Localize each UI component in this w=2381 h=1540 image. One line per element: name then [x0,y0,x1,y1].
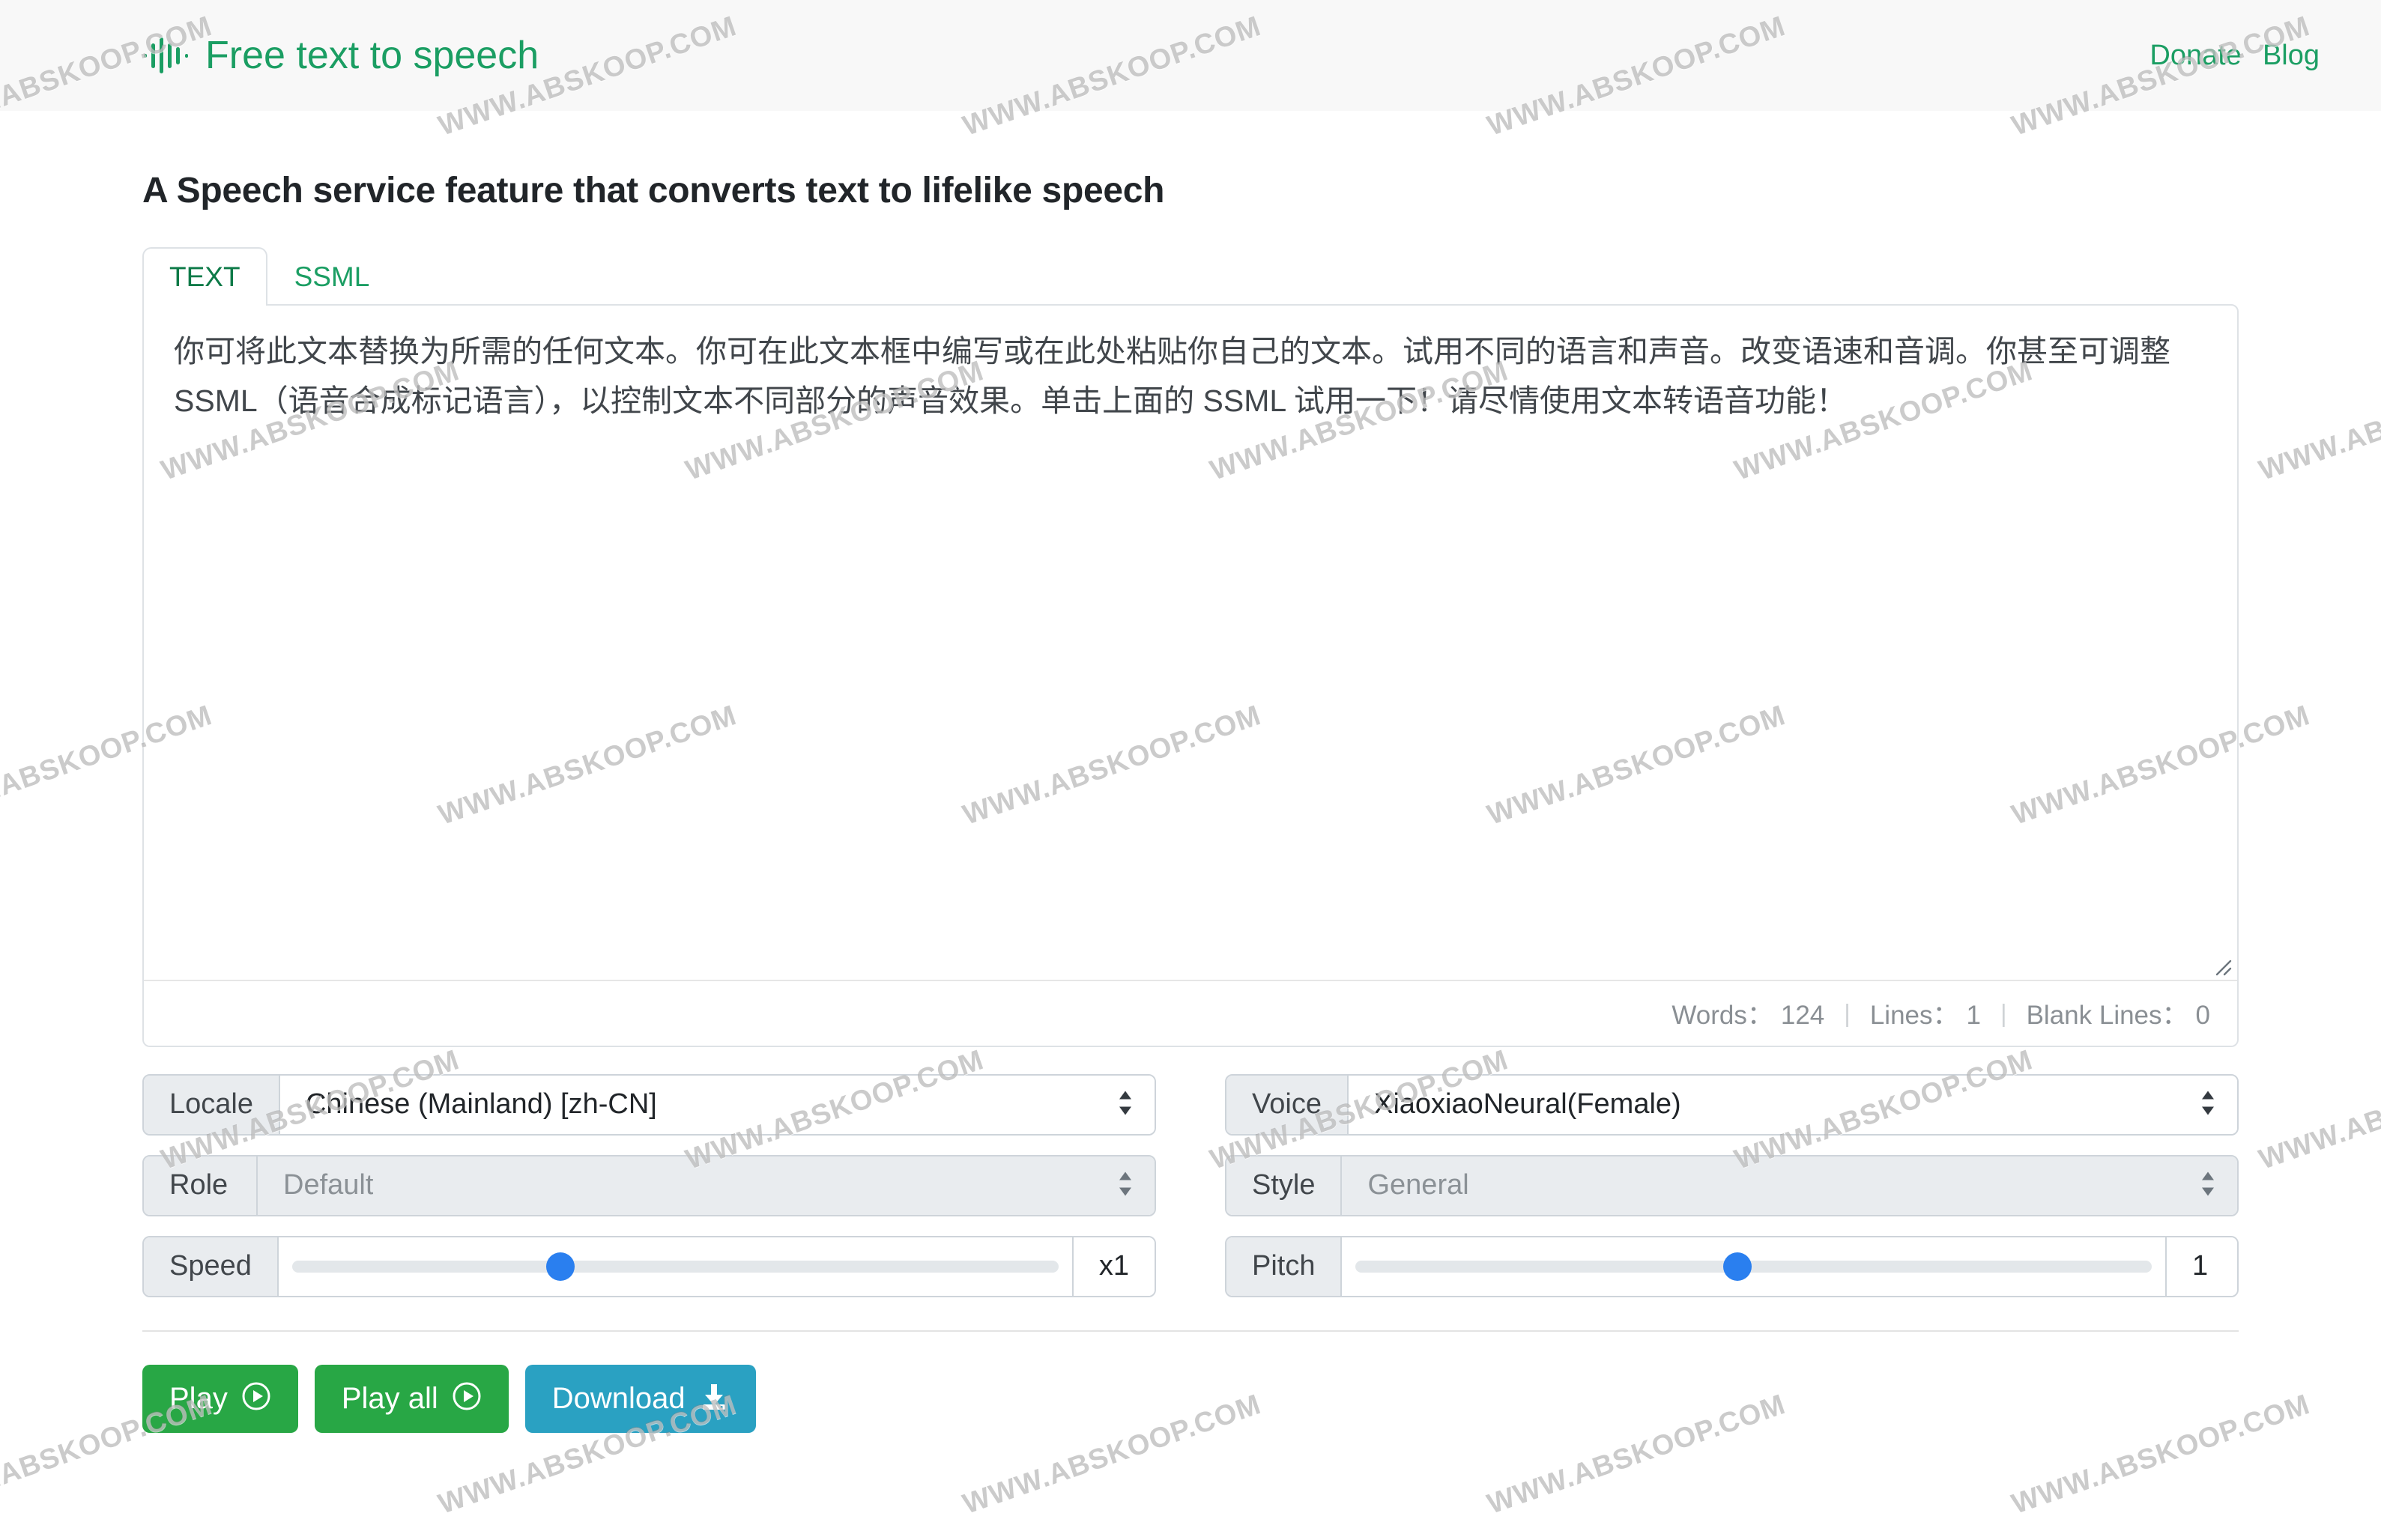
locale-control: Locale Chinese (Mainland) [zh-CN] [142,1074,1156,1136]
pitch-value: 1 [2165,1237,2237,1296]
page-title: A Speech service feature that converts t… [142,169,2239,213]
select-spinner-icon [2200,1089,2216,1120]
speed-slider-track[interactable] [292,1261,1059,1273]
speed-value: x1 [1072,1237,1155,1296]
waveform-icon [142,34,190,76]
style-select[interactable]: General [1342,1156,2237,1215]
play-button-label: Play [169,1383,228,1413]
editor-card: 你可将此文本替换为所需的任何文本。你可在此文本框中编写或在此处粘贴你自己的文本。… [142,304,2239,1047]
stat-words: Words： 124 [1671,994,1824,1032]
text-input-value: 你可将此文本替换为所需的任何文本。你可在此文本框中编写或在此处粘贴你自己的文本。… [174,327,2207,426]
voice-select[interactable]: XiaoxiaoNeural(Female) [1349,1076,2237,1134]
stat-separator-1: | [1824,999,1870,1028]
locale-select[interactable]: Chinese (Mainland) [zh-CN] [280,1076,1155,1134]
speed-slider-thumb[interactable] [546,1252,575,1281]
nav-link-blog[interactable]: Blog [2263,40,2320,72]
stat-lines: Lines： 1 [1870,994,1981,1032]
voice-control: Voice XiaoxiaoNeural(Female) [1225,1074,2239,1136]
stat-words-value: 124 [1781,1001,1824,1030]
style-label: Style [1226,1156,1342,1215]
pitch-slider-track[interactable] [1355,1261,2152,1273]
download-icon [699,1381,729,1416]
role-control: Role Default [142,1155,1156,1216]
download-button[interactable]: Download [525,1365,756,1433]
select-spinner-icon [1117,1089,1134,1120]
speed-control: Speed x1 [142,1236,1156,1297]
role-select[interactable]: Default [258,1156,1155,1215]
play-button[interactable]: Play [142,1365,298,1433]
voice-controls-grid: Locale Chinese (Mainland) [zh-CN] Voice … [142,1074,2239,1297]
stat-blank-lines: Blank Lines： 0 [2027,994,2210,1032]
section-divider [142,1330,2239,1332]
action-buttons: Play Play all Download [142,1365,2239,1433]
editor-stats-bar: Words： 124 | Lines： 1 | Blank Lines： 0 [144,980,2237,1046]
stat-lines-label: Lines： [1870,1001,1959,1030]
voice-value: XiaoxiaoNeural(Female) [1374,1088,1681,1121]
play-all-button-label: Play all [342,1383,438,1413]
pitch-slider[interactable] [1342,1237,2165,1296]
tab-text[interactable]: TEXT [142,247,267,306]
stat-blank-lines-label: Blank Lines： [2027,1001,2188,1030]
nav-link-donate[interactable]: Donate [2149,40,2242,72]
download-button-label: Download [552,1383,686,1413]
header-nav: Donate Blog [2149,40,2320,72]
select-spinner-icon [1117,1170,1134,1201]
play-all-button[interactable]: Play all [315,1365,509,1433]
pitch-control: Pitch 1 [1225,1236,2239,1297]
brand-logo-link[interactable]: Free text to speech [142,34,539,76]
locale-label: Locale [144,1076,280,1134]
play-circle-icon [241,1381,271,1416]
play-circle-icon [452,1381,482,1416]
resize-handle-icon[interactable] [2207,951,2233,977]
speed-slider[interactable] [279,1237,1072,1296]
role-value: Default [283,1169,373,1201]
stat-separator-2: | [1981,999,2027,1028]
text-input-area[interactable]: 你可将此文本替换为所需的任何文本。你可在此文本框中编写或在此处粘贴你自己的文本。… [144,306,2237,980]
main-content: A Speech service feature that converts t… [0,169,2381,1433]
site-header: Free text to speech Donate Blog [0,0,2381,111]
stat-lines-value: 1 [1967,1001,1981,1030]
stat-blank-lines-value: 0 [2196,1001,2210,1030]
speed-label: Speed [144,1237,279,1296]
brand-title: Free text to speech [205,36,539,75]
editor-tabs: TEXT SSML [142,247,2239,306]
voice-label: Voice [1226,1076,1349,1134]
pitch-slider-thumb[interactable] [1723,1252,1752,1281]
stat-words-label: Words： [1671,1001,1773,1030]
role-label: Role [144,1156,258,1215]
style-control: Style General [1225,1155,2239,1216]
select-spinner-icon [2200,1170,2216,1201]
style-value: General [1367,1169,1468,1201]
pitch-label: Pitch [1226,1237,1342,1296]
tab-ssml[interactable]: SSML [267,247,397,306]
locale-value: Chinese (Mainland) [zh-CN] [306,1088,657,1121]
